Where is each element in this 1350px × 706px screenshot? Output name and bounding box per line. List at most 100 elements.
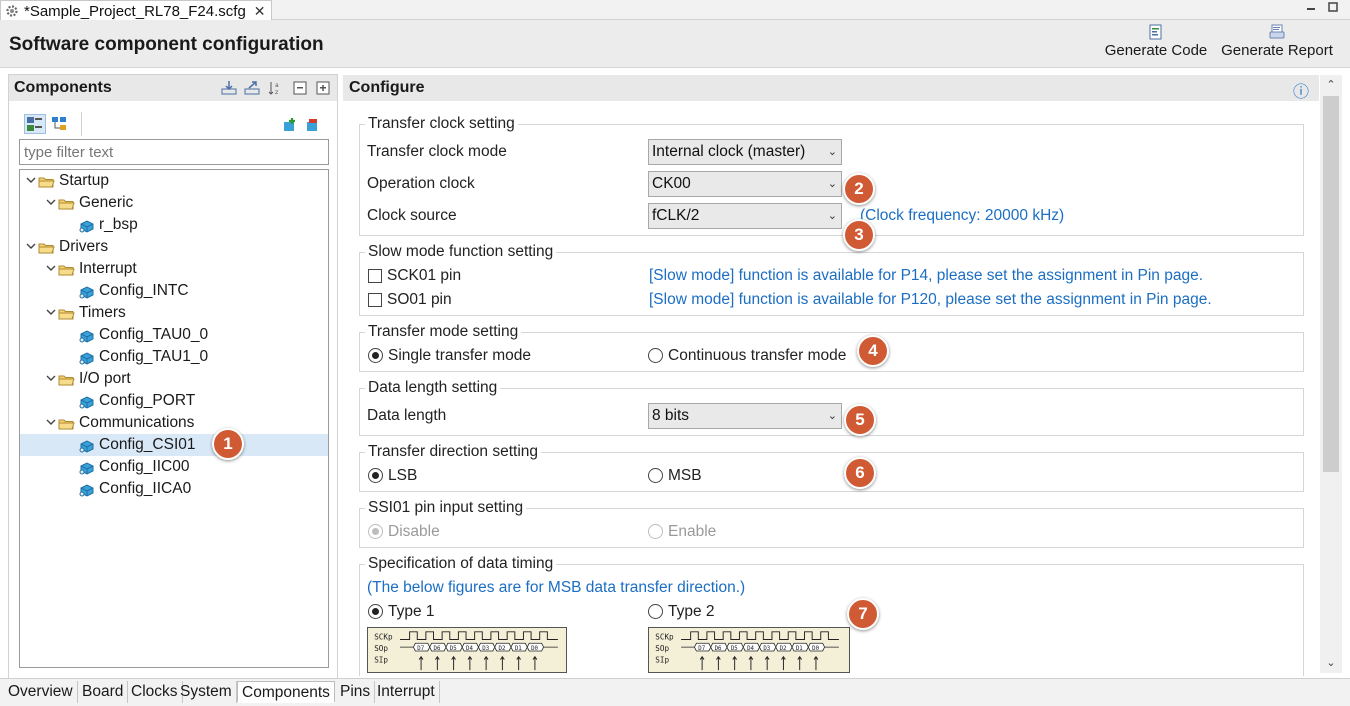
tree-component-node[interactable]: Config_PORT [78, 390, 195, 412]
callout-1: 1 [212, 428, 244, 460]
minimize-icon[interactable] [1302, 0, 1320, 16]
filter-input[interactable] [19, 139, 329, 165]
editor-tab[interactable]: *Sample_Project_RL78_F24.scfg ✕ [0, 0, 272, 21]
continuous-transfer-radio[interactable] [648, 348, 663, 363]
so01-label: SO01 pin [387, 291, 452, 308]
sample-arrow [716, 655, 721, 671]
sample-arrow [781, 655, 786, 671]
clock-waveform [681, 631, 839, 640]
data-bit-label: D7 [417, 646, 424, 652]
chevron-down-icon[interactable] [44, 412, 58, 434]
page-title: Software component configuration [9, 34, 324, 55]
maximize-icon[interactable] [1324, 0, 1342, 16]
toolbar-divider [81, 112, 82, 136]
callout-7: 7 [847, 598, 879, 630]
configure-panel-header [343, 75, 1319, 101]
sample-arrow [418, 655, 424, 671]
single-transfer-radio[interactable] [368, 348, 383, 363]
bottom-tab-clocks[interactable]: Clocks [127, 681, 183, 703]
close-icon[interactable]: ✕ [254, 3, 266, 20]
transfer-clock-mode-value: Internal clock (master) [652, 143, 806, 160]
component-icon [78, 438, 95, 453]
signal-label: SCKp [374, 632, 393, 641]
data-bit-label: D0 [812, 646, 819, 652]
bottom-tab-overview[interactable]: Overview [4, 681, 78, 703]
ssi01-legend: SSI01 pin input setting [365, 499, 527, 517]
import-icon[interactable] [221, 80, 237, 96]
info-icon[interactable]: ⓘ [1293, 78, 1309, 102]
slow-mode-legend: Slow mode function setting [365, 243, 557, 261]
chevron-down-icon: ⌄ [827, 410, 837, 422]
tree-folder-node[interactable]: Timers [44, 302, 126, 324]
operation-clock-select[interactable]: CK00 ⌄ [648, 171, 842, 197]
tree-folder-node[interactable]: Drivers [24, 236, 108, 258]
tree-component-node[interactable]: Config_CSI01 [78, 434, 196, 456]
msb-radio[interactable] [648, 468, 663, 483]
folder-icon [38, 174, 55, 188]
data-length-select[interactable]: 8 bits ⌄ [648, 403, 842, 429]
add-component-icon[interactable] [281, 117, 297, 133]
tree-folder-node[interactable]: Communications [44, 412, 194, 434]
so01-checkbox[interactable] [368, 293, 382, 307]
scrollbar-thumb[interactable] [1323, 96, 1339, 472]
lsb-radio[interactable] [368, 468, 383, 483]
data-bit-label: D2 [780, 646, 787, 652]
chevron-down-icon[interactable] [24, 236, 38, 258]
component-view-button[interactable] [50, 114, 72, 134]
generate-report-icon [1269, 24, 1285, 39]
callout-4: 4 [857, 335, 889, 367]
gear-icon [6, 5, 18, 17]
msb-label: MSB [668, 467, 702, 484]
tree-component-node[interactable]: Config_IIC00 [78, 456, 189, 478]
clock-source-select[interactable]: fCLK/2 ⌄ [648, 203, 842, 229]
sample-arrow [797, 655, 803, 671]
bottom-tab-interrupt[interactable]: Interrupt [373, 681, 440, 703]
bottom-tab-board[interactable]: Board [78, 681, 129, 703]
scroll-up-icon[interactable]: ⌃ [1323, 78, 1339, 92]
tree-component-node[interactable]: Config_TAU0_0 [78, 324, 208, 346]
tree-folder-node[interactable]: Generic [44, 192, 133, 214]
generate-code-button[interactable]: Generate Code [1103, 24, 1209, 59]
data-bit-label: D5 [450, 646, 457, 652]
tree-component-node[interactable]: Config_IICA0 [78, 478, 191, 500]
scroll-down-icon[interactable]: ⌄ [1323, 656, 1339, 670]
tree-component-node[interactable]: Config_TAU1_0 [78, 346, 208, 368]
data-bit-label: D6 [715, 646, 722, 652]
sample-arrow [532, 655, 538, 671]
sck01-checkbox[interactable] [368, 269, 382, 283]
generate-report-label: Generate Report [1221, 42, 1333, 59]
category-view-button[interactable] [24, 114, 46, 134]
chevron-down-icon[interactable] [44, 302, 58, 324]
chevron-down-icon: ⌄ [827, 210, 837, 222]
type1-timing-diagram: SCKp SOp SIp D7 D6 D5 D4 D3 D2 D1 D0 [367, 627, 567, 673]
sort-icon[interactable]: az [267, 80, 283, 96]
type2-radio[interactable] [648, 604, 663, 619]
tree-folder-node[interactable]: I/O port [44, 368, 131, 390]
tree-folder-node[interactable]: Startup [24, 170, 109, 192]
remove-component-icon[interactable] [304, 117, 320, 133]
collapse-all-icon[interactable] [292, 80, 308, 96]
single-transfer-label: Single transfer mode [388, 347, 532, 364]
tree-component-node[interactable]: r_bsp [78, 214, 138, 236]
ssi-enable-radio[interactable] [648, 524, 663, 539]
data-bit-label: D6 [434, 646, 441, 652]
chevron-down-icon[interactable] [24, 170, 38, 192]
type1-radio[interactable] [368, 604, 383, 619]
chevron-down-icon[interactable] [44, 258, 58, 280]
chevron-down-icon[interactable] [44, 192, 58, 214]
component-icon [78, 460, 95, 475]
bottom-tab-system[interactable]: System [176, 681, 237, 703]
expand-all-icon[interactable] [315, 80, 331, 96]
chevron-down-icon[interactable] [44, 368, 58, 390]
generate-report-button[interactable]: Generate Report [1218, 24, 1336, 59]
tree-node-label: Generic [79, 194, 134, 211]
bottom-tab-pins[interactable]: Pins [336, 681, 376, 703]
sample-arrow [813, 655, 819, 671]
tree-folder-node[interactable]: Interrupt [44, 258, 137, 280]
transfer-clock-mode-select[interactable]: Internal clock (master) ⌄ [648, 139, 842, 165]
ssi-disable-radio[interactable] [368, 524, 383, 539]
tree-component-node[interactable]: Config_INTC [78, 280, 189, 302]
export-icon[interactable] [244, 80, 260, 96]
tree-node-label: Config_CSI01 [99, 436, 196, 453]
bottom-tab-components[interactable]: Components [237, 681, 335, 703]
